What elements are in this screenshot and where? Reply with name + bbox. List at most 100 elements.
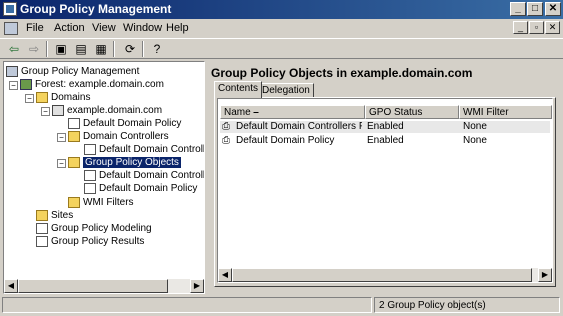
tree-label-root: Group Policy Management: [21, 66, 140, 77]
collapse-forest-toggle[interactable]: −: [9, 81, 18, 90]
tree-label-gpo-default-domain-controller: Default Domain Controller: [99, 170, 205, 181]
title-bar: Group Policy Management _ □ ✕: [0, 0, 563, 19]
column-label-name: Name: [224, 107, 251, 118]
collapse-domain-controllers-toggle[interactable]: −: [57, 133, 66, 142]
tree-label-domain: example.domain.com: [67, 105, 163, 116]
tree-node-gpo-default-domain-controller[interactable]: Default Domain Controller: [84, 169, 205, 182]
mdi-minimize-button[interactable]: _: [513, 21, 528, 34]
menu-file[interactable]: File: [26, 22, 44, 34]
collapse-domains-toggle[interactable]: −: [25, 94, 34, 103]
up-folder-icon[interactable]: ▣: [53, 41, 69, 57]
sites-icon: [36, 209, 48, 221]
window-title: Group Policy Management: [20, 2, 172, 16]
column-header-gpo-status[interactable]: GPO Status: [365, 105, 459, 119]
ou-icon: [68, 130, 80, 142]
mdi-document-icon[interactable]: [4, 22, 18, 35]
scroll-right-icon[interactable]: ▶: [538, 268, 552, 282]
gpo-icon: [84, 182, 96, 194]
status-bar: 2 Group Policy object(s): [0, 295, 563, 316]
tree-node-domain-controllers[interactable]: Domain Controllers: [68, 130, 169, 143]
close-button[interactable]: ✕: [545, 2, 561, 16]
tree-node-default-domain-controller[interactable]: Default Domain Controller: [84, 143, 205, 156]
gpo-link-icon: [68, 117, 80, 129]
sort-icon: ⎯: [253, 107, 259, 118]
tab-delegation[interactable]: Delegation: [258, 83, 314, 98]
cell-wmi: None: [463, 121, 487, 132]
cell-name: Default Domain Controllers P...: [236, 121, 362, 132]
back-icon[interactable]: ⇦: [6, 41, 22, 57]
forward-icon[interactable]: ⇨: [26, 41, 42, 57]
show-hide-tree-icon[interactable]: ▤: [73, 41, 89, 57]
cell-name: Default Domain Policy: [236, 135, 335, 146]
collapse-group-policy-objects-toggle[interactable]: −: [57, 159, 66, 168]
scroll-thumb[interactable]: [18, 279, 168, 293]
menu-action[interactable]: Action: [54, 22, 85, 34]
scroll-thumb[interactable]: [232, 268, 532, 282]
domains-icon: [36, 91, 48, 103]
gpo-icon: ⎙: [222, 121, 230, 132]
scroll-left-icon[interactable]: ◀: [4, 279, 18, 293]
tree-label-group-policy-objects: Group Policy Objects: [83, 157, 181, 168]
maximize-button[interactable]: □: [527, 2, 543, 16]
toolbar-separator: [142, 41, 144, 57]
tab-contents[interactable]: Contents: [214, 81, 263, 98]
gpo-list[interactable]: Name ⎯ GPO Status WMI Filter ⎙ Default D…: [217, 98, 553, 283]
properties-icon[interactable]: ▦: [93, 41, 109, 57]
console-tree[interactable]: Group Policy Management − Forest: exampl…: [3, 61, 205, 294]
tree-label-results: Group Policy Results: [51, 236, 145, 247]
gpm-root-icon: [6, 65, 18, 77]
table-row[interactable]: ⎙ Default Domain Controllers P... Enable…: [220, 121, 550, 133]
refresh-icon[interactable]: ⟳: [122, 41, 138, 57]
menu-bar: File Action View Window Help _ ▫ ✕: [0, 19, 563, 38]
modeling-icon: [36, 222, 48, 234]
gpo-link-icon: [84, 143, 96, 155]
tree-node-domain[interactable]: example.domain.com: [52, 104, 162, 117]
results-icon: [36, 235, 48, 247]
tree-node-group-policy-objects[interactable]: Group Policy Objects: [68, 156, 181, 169]
tree-node-root[interactable]: Group Policy Management: [6, 65, 139, 78]
toolbar-separator: [113, 41, 115, 57]
cell-status: Enabled: [367, 135, 404, 146]
toolbar: ⇦ ⇨ ▣ ▤ ▦ ⟳ ?: [0, 38, 563, 59]
tree-node-results[interactable]: Group Policy Results: [36, 235, 144, 248]
collapse-domain-toggle[interactable]: −: [41, 107, 50, 116]
status-panel-empty: [2, 297, 372, 313]
tree-node-sites[interactable]: Sites: [36, 209, 73, 222]
toolbar-separator: [46, 41, 48, 57]
menu-window[interactable]: Window: [123, 22, 162, 34]
forest-icon: [20, 78, 32, 90]
tree-node-forest[interactable]: Forest: example.domain.com: [20, 78, 164, 91]
tree-node-domains[interactable]: Domains: [36, 91, 90, 104]
column-header-wmi-filter[interactable]: WMI Filter: [459, 105, 552, 119]
tree-node-default-domain-policy[interactable]: Default Domain Policy: [68, 117, 181, 130]
tree-label-domain-controllers: Domain Controllers: [83, 131, 169, 142]
tree-label-sites: Sites: [51, 210, 74, 221]
scroll-left-icon[interactable]: ◀: [218, 268, 232, 282]
tree-label-gpo-default-domain-policy: Default Domain Policy: [99, 183, 198, 194]
tree-label-default-domain-controller: Default Domain Controller: [99, 144, 205, 155]
tree-label-forest: Forest: example.domain.com: [35, 79, 164, 90]
minimize-button[interactable]: _: [510, 2, 526, 16]
domain-icon: [52, 104, 64, 116]
tree-label-domains: Domains: [51, 92, 91, 103]
page-title: Group Policy Objects in example.domain.c…: [211, 66, 473, 80]
menu-view[interactable]: View: [92, 22, 116, 34]
cell-status: Enabled: [367, 121, 404, 132]
tree-horizontal-scrollbar[interactable]: ◀ ▶: [4, 279, 204, 293]
tree-label-wmi-filters: WMI Filters: [83, 197, 134, 208]
tree-node-modeling[interactable]: Group Policy Modeling: [36, 222, 152, 235]
mdi-restore-button[interactable]: ▫: [529, 21, 544, 34]
tree-node-wmi-filters[interactable]: WMI Filters: [68, 196, 134, 209]
app-icon[interactable]: [3, 2, 17, 16]
menu-help[interactable]: Help: [166, 22, 189, 34]
wmi-filters-icon: [68, 196, 80, 208]
help-icon[interactable]: ?: [149, 41, 165, 57]
tree-label-default-domain-policy: Default Domain Policy: [83, 118, 182, 129]
column-header-name[interactable]: Name ⎯: [220, 105, 365, 119]
tree-label-modeling: Group Policy Modeling: [51, 223, 152, 234]
scroll-right-icon[interactable]: ▶: [190, 279, 204, 293]
mdi-close-button[interactable]: ✕: [545, 21, 560, 34]
tree-node-gpo-default-domain-policy[interactable]: Default Domain Policy: [84, 182, 197, 195]
list-horizontal-scrollbar[interactable]: ◀ ▶: [218, 268, 552, 282]
table-row[interactable]: ⎙ Default Domain Policy Enabled None: [220, 135, 550, 147]
